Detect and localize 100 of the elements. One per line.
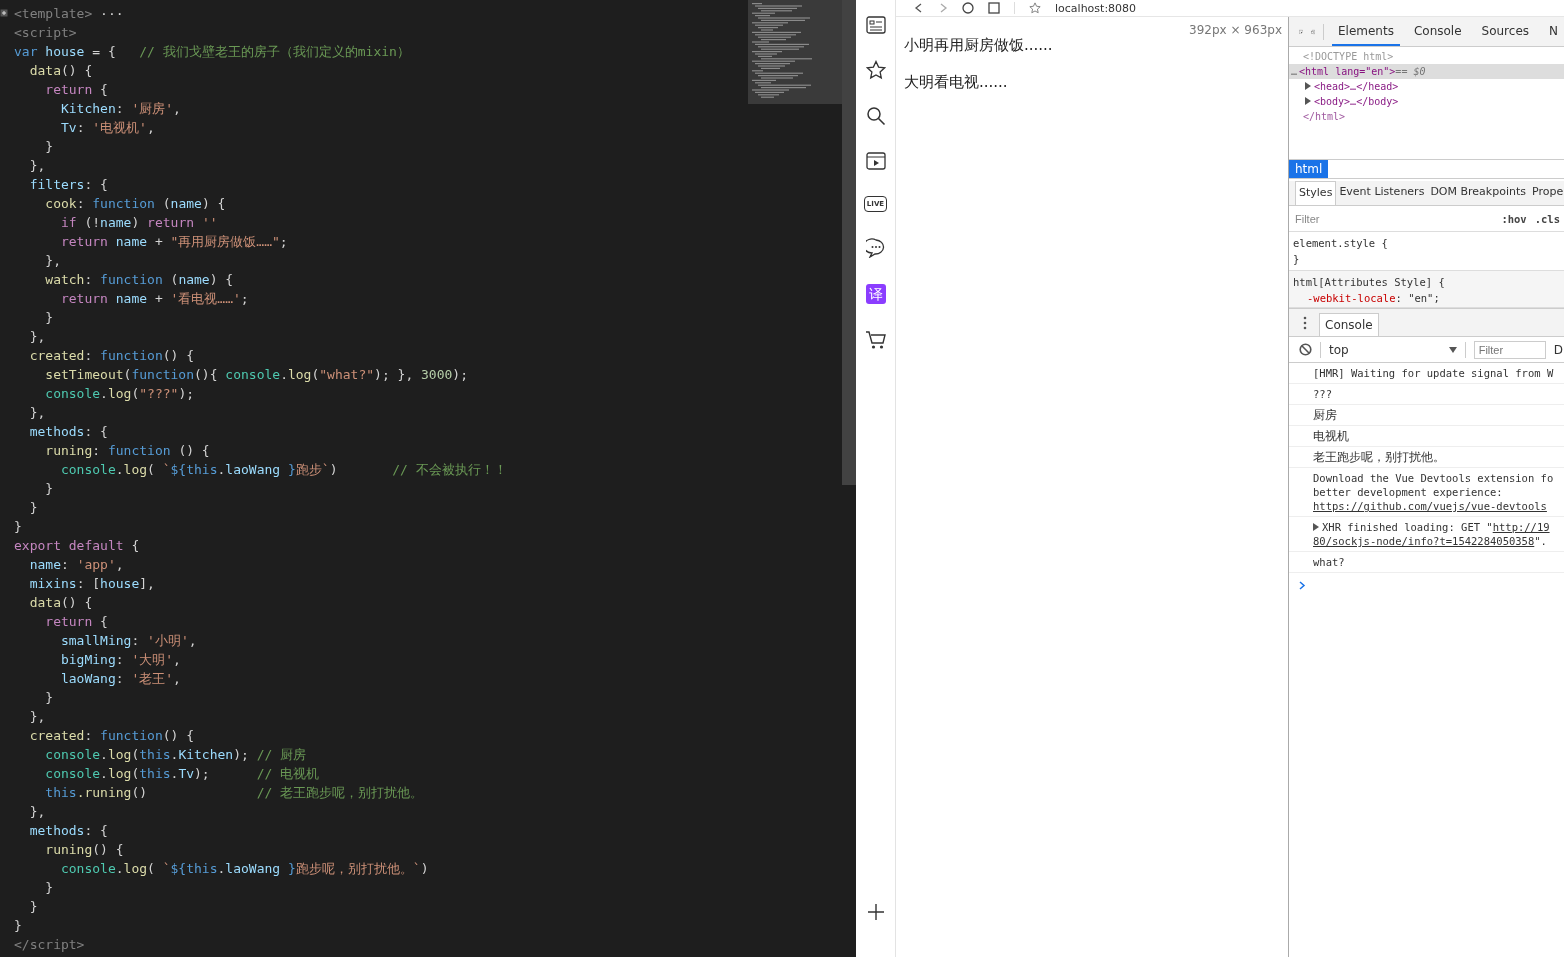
dom-node[interactable]: <head>…</head>	[1289, 79, 1564, 94]
code-line: created: function() {	[28, 727, 195, 745]
code-line: var house = { // 我们戈壁老王的房子（我们定义的mixin）	[14, 43, 410, 61]
code-line: console.log(this.Kitchen); // 厨房	[44, 746, 307, 764]
console-message: ???	[1313, 387, 1333, 401]
code-line: laoWang: '老王',	[59, 670, 181, 688]
styles-tab[interactable]: Styles	[1295, 181, 1337, 205]
code-line: }	[44, 689, 54, 707]
code-line: </script>	[14, 936, 85, 954]
code-line: },	[28, 328, 46, 346]
home-icon[interactable]	[988, 2, 1000, 14]
drawer-tab[interactable]: Console	[1319, 313, 1379, 336]
code-line: methods: {	[28, 423, 108, 441]
back-icon[interactable]	[914, 3, 924, 13]
devtools-tab[interactable]: N	[1543, 17, 1564, 46]
hover-state-toggle[interactable]: :hov	[1501, 212, 1527, 225]
code-line: created: function() {	[28, 347, 195, 365]
code-line: },	[28, 803, 46, 821]
css-brace: }	[1293, 252, 1301, 267]
code-line: runing() {	[44, 841, 124, 859]
page-text: 大明看电视......	[904, 72, 1009, 93]
class-toggle[interactable]: .cls	[1534, 212, 1560, 225]
styles-tab[interactable]: Prope	[1529, 181, 1564, 205]
breadcrumb-item[interactable]: html	[1289, 160, 1329, 178]
chat-bubble-icon[interactable]	[865, 238, 886, 258]
code-line: data() {	[28, 594, 93, 612]
console-message: https://github.com/vuejs/vue-devtools	[1313, 499, 1548, 513]
code-line: }	[14, 518, 22, 536]
dom-node[interactable]: … <html lang="en">== $0	[1289, 64, 1564, 79]
reading-list-icon[interactable]	[865, 16, 886, 34]
code-line: console.log("???");	[44, 385, 195, 403]
code-line: methods: {	[28, 822, 108, 840]
star-icon[interactable]	[865, 60, 886, 80]
console-message: XHR finished loading: GET "http://19	[1313, 520, 1564, 534]
devtools-tab[interactable]: Sources	[1475, 17, 1535, 46]
code-line: cook: function (name) {	[44, 195, 226, 213]
code-line: name: 'app',	[28, 556, 124, 574]
search-icon[interactable]	[865, 106, 886, 126]
code-line: }	[14, 917, 22, 935]
code-line: },	[44, 252, 61, 270]
code-line: return name + '看电视……';	[59, 290, 249, 308]
console-message: what?	[1313, 555, 1346, 569]
levels-label[interactable]: D	[1553, 342, 1563, 357]
console-message: better development experience:	[1313, 485, 1504, 499]
code-line: }	[44, 480, 54, 498]
code-line: if (!name) return ''	[59, 214, 218, 232]
css-declaration[interactable]: -webkit-locale: "en";	[1293, 290, 1560, 306]
styles-tab[interactable]: DOM Breakpoints	[1427, 181, 1529, 205]
code-line: filters: {	[28, 176, 108, 194]
code-line: smallMing: '小明',	[59, 632, 197, 650]
page-text: 小明再用厨房做饭......	[904, 35, 1054, 56]
address-bar[interactable]: localhost:8080	[1055, 1, 1137, 15]
translate-button[interactable]: 译	[865, 284, 886, 304]
prompt-icon[interactable]	[1299, 581, 1306, 590]
code-line: console.log(this.Tv); // 电视机	[44, 765, 320, 783]
clear-console-icon[interactable]	[1299, 343, 1312, 356]
console-message: 80/sockjs-node/info?t=1542284050358".	[1313, 534, 1548, 548]
cart-icon[interactable]	[864, 330, 887, 350]
devtools-tab[interactable]: Elements	[1331, 17, 1400, 46]
code-line: console.log( `${this.laoWang }跑步`) // 不会被执行！！	[59, 461, 507, 479]
video-icon[interactable]	[865, 152, 886, 170]
code-line: }	[44, 138, 54, 156]
code-line: this.runing() // 老王跑步呢，别打扰他。	[44, 784, 424, 802]
more-options-icon[interactable]	[1303, 316, 1307, 330]
console-message: 厨房	[1313, 408, 1338, 422]
code-line: data() {	[28, 62, 93, 80]
caret-icon	[1448, 346, 1457, 353]
code-line: watch: function (name) {	[44, 271, 234, 289]
expand-icon[interactable]	[0, 9, 8, 17]
console-message: 老王跑步呢，别打扰他。	[1313, 450, 1446, 464]
code-line: return name + "再用厨房做饭……";	[59, 233, 288, 251]
code-line: }	[28, 499, 38, 517]
dom-node[interactable]: </html>	[1289, 109, 1564, 124]
refresh-icon[interactable]	[962, 2, 974, 14]
code-line: }	[44, 879, 54, 897]
code-line: }	[44, 309, 54, 327]
code-line: },	[28, 404, 46, 422]
code-line: console.log( `${this.laoWang }跑步呢，别打扰他。`)	[59, 860, 429, 878]
scrollbar[interactable]	[842, 0, 856, 957]
css-selector: html[Attributes Style] {	[1293, 275, 1446, 290]
star-icon[interactable]	[1029, 2, 1041, 14]
code-line: bigMing: '大明',	[59, 651, 181, 669]
code-line: },	[28, 157, 46, 175]
styles-tab[interactable]: Event Listeners	[1336, 181, 1428, 205]
devtools-tab[interactable]: Console	[1407, 17, 1468, 46]
dom-node[interactable]: <body>…</body>	[1289, 94, 1564, 109]
minimap-drawing[interactable]	[748, 0, 842, 104]
add-icon[interactable]	[866, 903, 885, 921]
console-filter-field[interactable]: Filter	[1473, 340, 1546, 359]
code-line: Tv: '电视机',	[59, 119, 155, 137]
code-line: setTimeout(function(){ console.log("what?"); }, 3000);	[44, 366, 468, 384]
code-line: }	[28, 898, 38, 916]
css-selector: element.style {	[1293, 236, 1389, 251]
viewport-size-label: 392px × 963px	[1189, 23, 1282, 37]
code-line: <script>	[14, 24, 77, 42]
context-dropdown[interactable]: top	[1329, 342, 1457, 357]
console-message: Download the Vue Devtools extension fo	[1313, 471, 1555, 485]
code-line: return {	[44, 81, 108, 99]
console-message: [HMR] Waiting for update signal from W	[1313, 366, 1555, 380]
code-line: <template> ···	[14, 5, 124, 23]
